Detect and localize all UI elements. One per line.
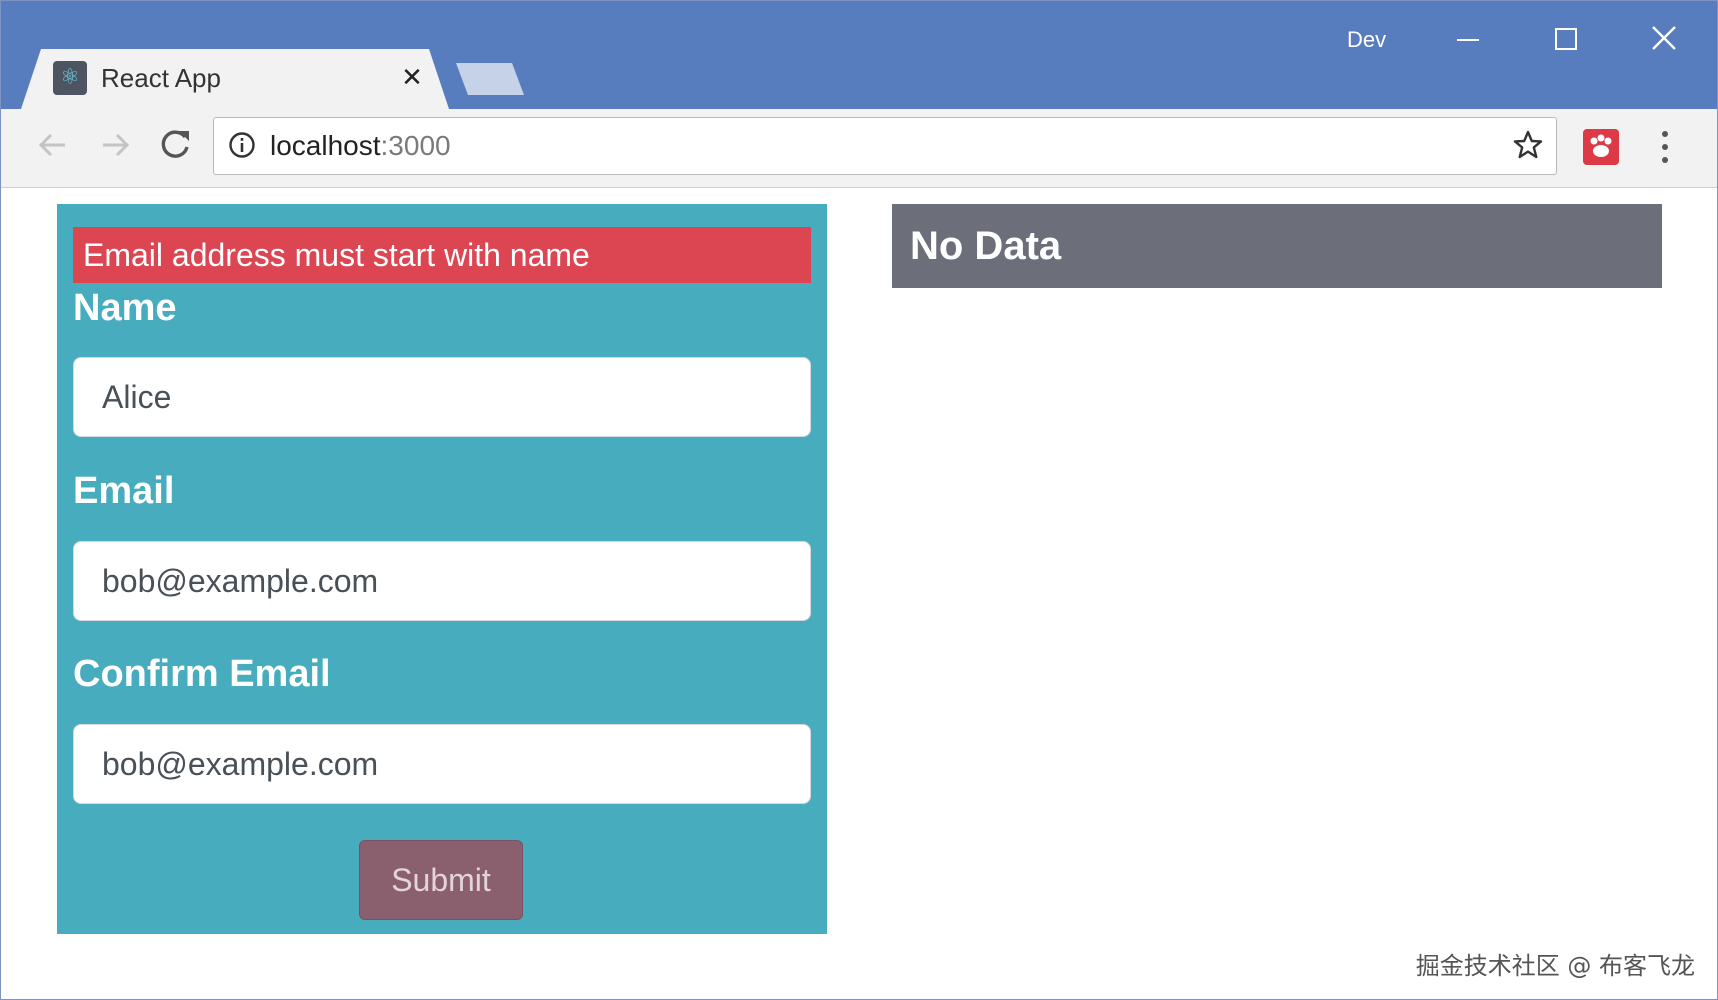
watermark: 掘金技术社区 @ 布客飞龙 [1415,952,1695,980]
paw-icon [1590,134,1612,157]
confirm-email-label: Confirm Email [73,653,331,695]
url-host: localhost [270,130,381,161]
title-bar: ⚛ React App ✕ Dev [1,1,1717,109]
browser-toolbar: localhost:3000 [1,109,1717,188]
menu-dot [1662,157,1668,163]
bookmark-star-icon[interactable] [1512,129,1544,161]
reload-button[interactable] [153,123,197,167]
tab-close-icon[interactable]: ✕ [397,59,427,97]
address-bar[interactable]: localhost:3000 [213,117,1557,175]
url-port: :3000 [380,130,451,161]
back-button[interactable] [31,123,75,167]
minimize-icon [1457,39,1479,41]
maximize-button[interactable] [1535,15,1595,65]
extension-icon[interactable] [1583,129,1619,165]
menu-dot [1662,131,1668,137]
validation-error-banner: Email address must start with name [73,227,811,283]
react-favicon-icon: ⚛ [53,61,87,95]
submit-button[interactable]: Submit [359,840,523,920]
close-window-button[interactable] [1633,15,1693,65]
name-input[interactable] [73,357,811,437]
tab-title: React App [101,63,221,93]
forward-button[interactable] [93,123,137,167]
browser-window: ⚛ React App ✕ Dev localhost:3000 Email a… [0,0,1718,1000]
profile-label[interactable]: Dev [1347,23,1386,57]
email-input[interactable] [73,541,811,621]
browser-menu-icon[interactable] [1653,127,1677,167]
arrow-right-icon [103,133,130,157]
url-text[interactable]: localhost:3000 [270,126,451,166]
new-tab-button[interactable] [456,63,524,95]
confirm-email-input[interactable] [73,724,811,804]
page-content: Email address must start with name Name … [1,188,1717,999]
info-icon[interactable] [228,131,256,159]
arrow-left-icon [38,133,65,157]
reload-icon [161,130,189,158]
no-data-panel: No Data [892,204,1662,288]
minimize-button[interactable] [1437,15,1497,65]
menu-dot [1662,144,1668,150]
name-label: Name [73,287,177,329]
email-label: Email [73,470,175,512]
close-icon [1652,26,1676,50]
form-panel: Email address must start with name Name … [57,204,827,934]
maximize-icon [1555,28,1577,50]
